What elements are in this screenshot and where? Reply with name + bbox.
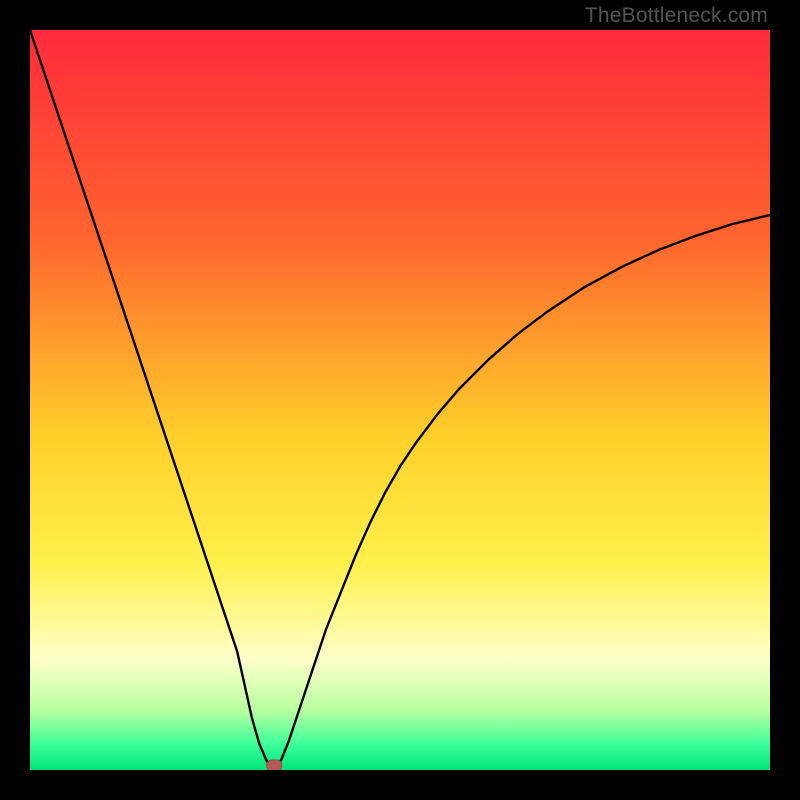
chart-frame: TheBottleneck.com xyxy=(0,0,800,800)
plot-area xyxy=(30,30,770,770)
curve-layer xyxy=(30,30,770,770)
watermark-text: TheBottleneck.com xyxy=(585,4,768,28)
minimum-marker xyxy=(267,760,282,770)
bottleneck-curve xyxy=(30,30,770,770)
